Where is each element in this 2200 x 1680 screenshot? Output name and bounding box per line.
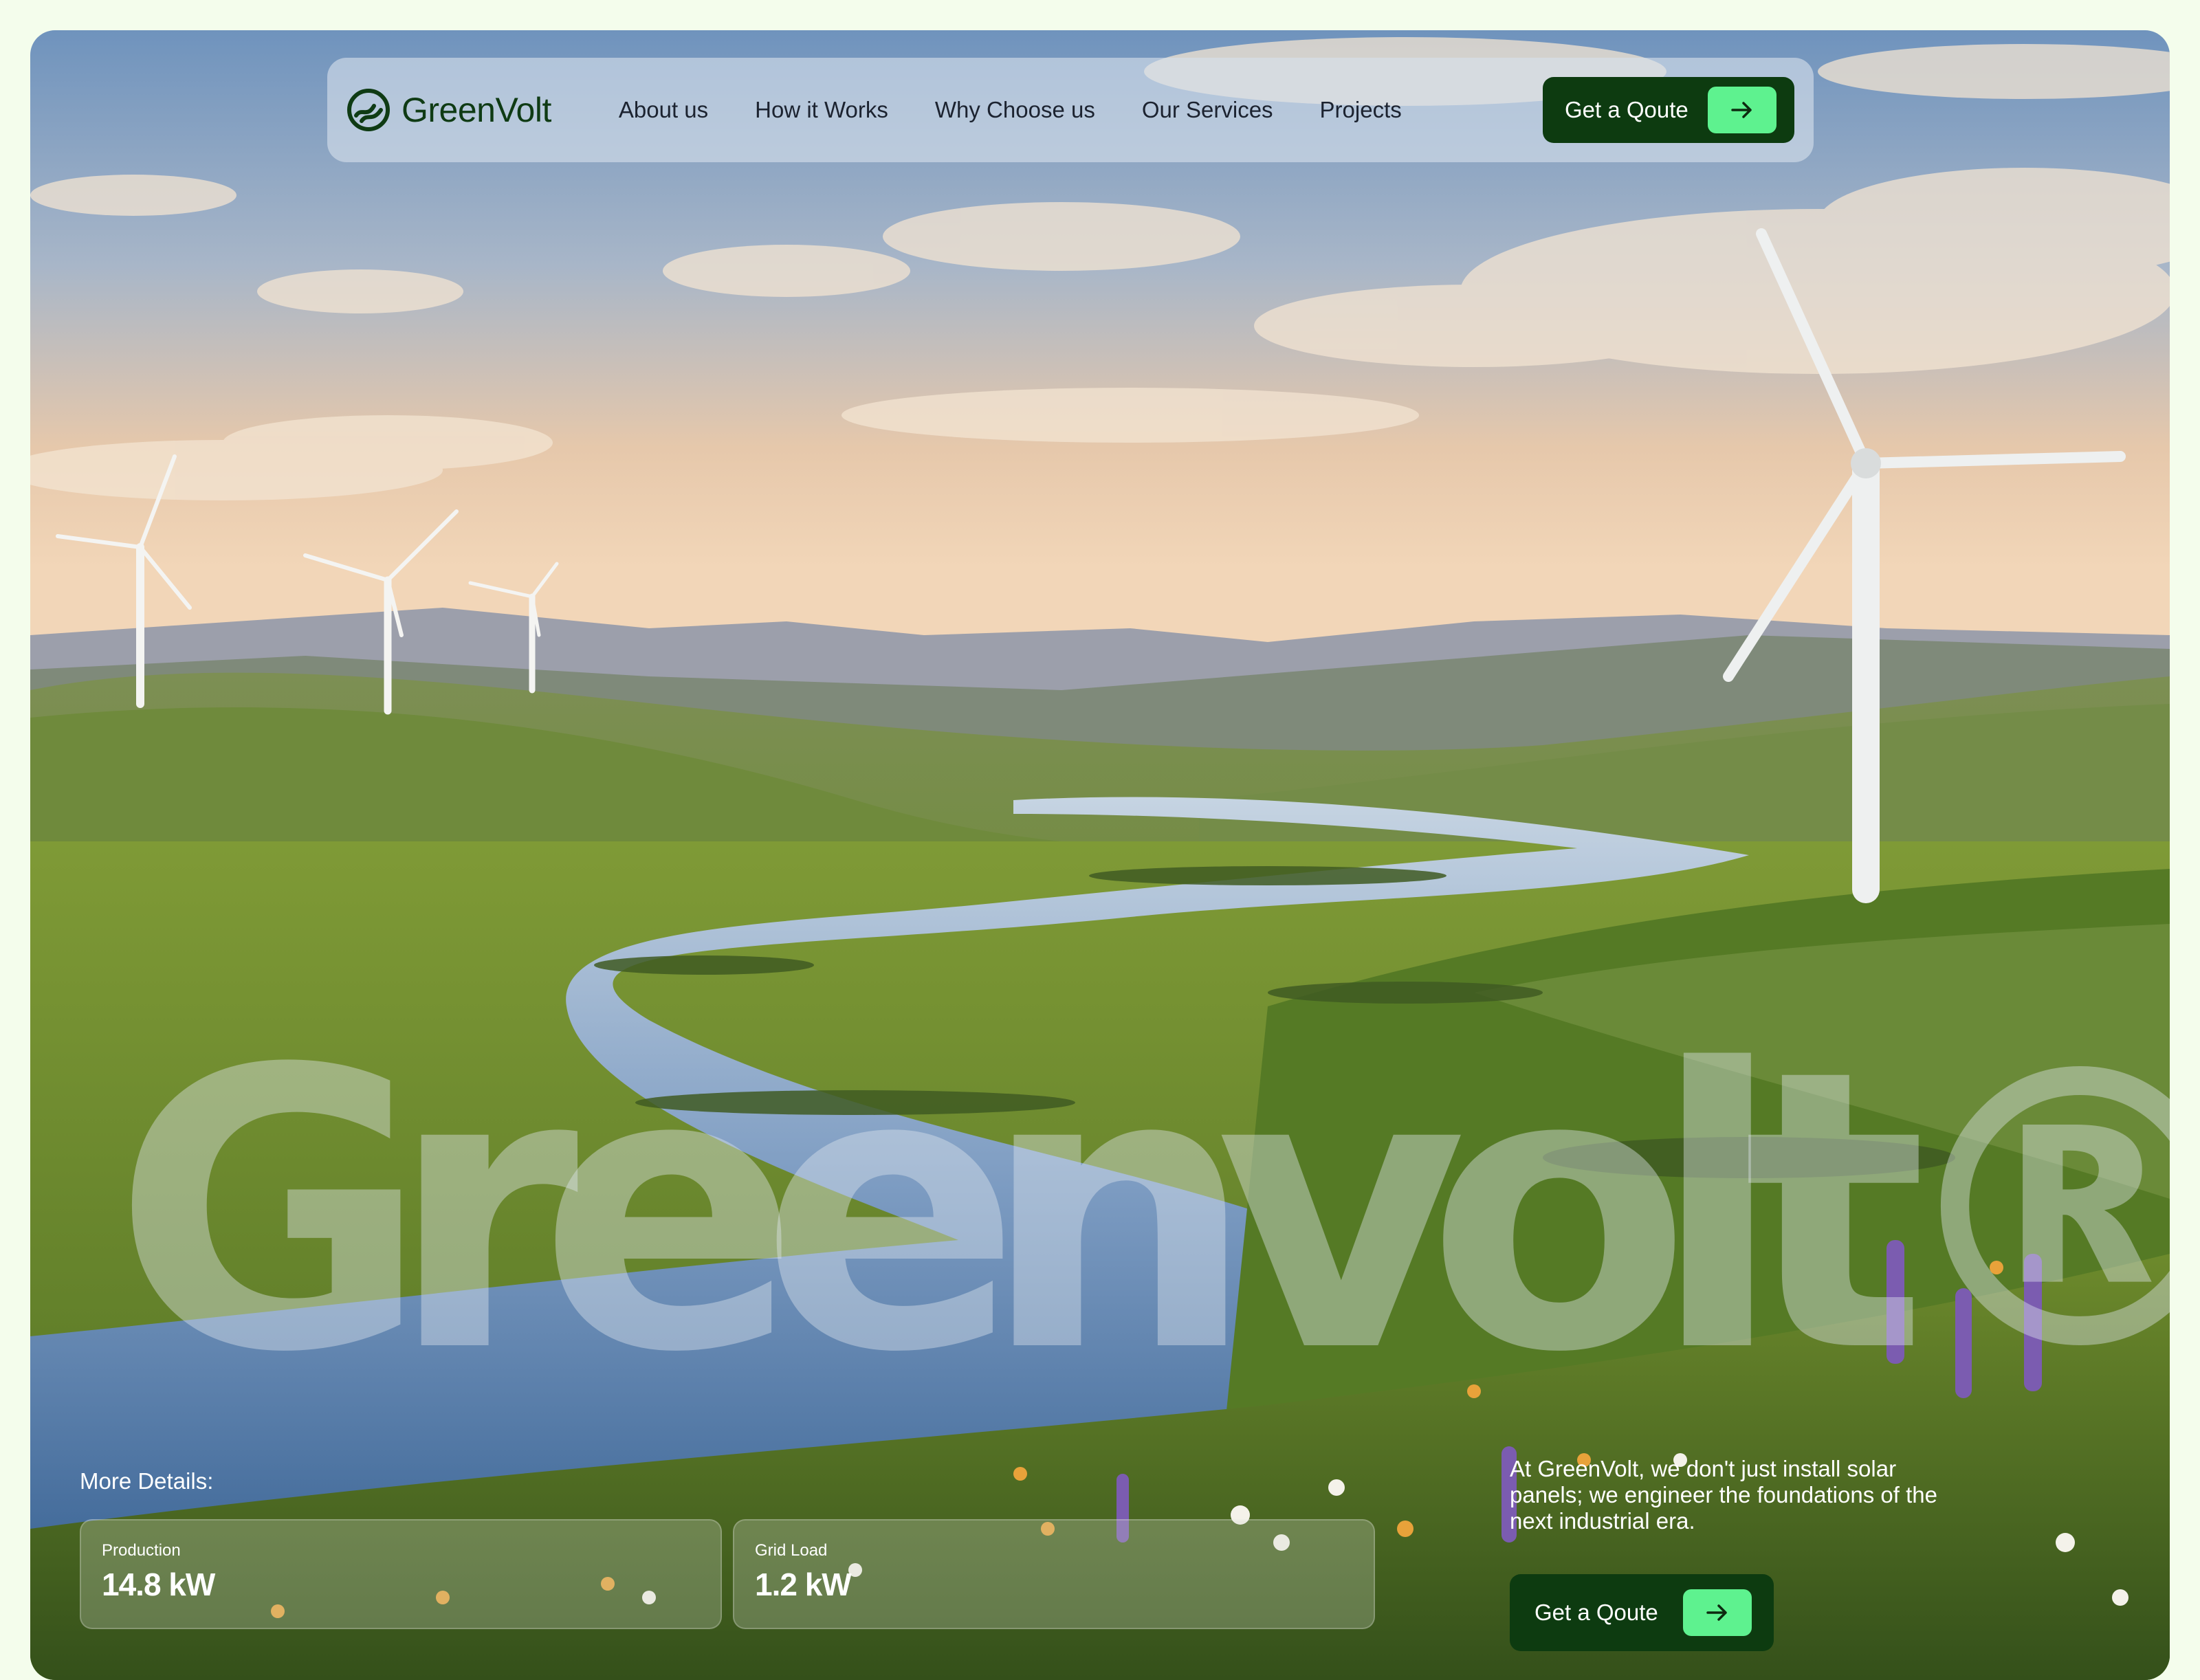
nav-cta-label: Get a Qoute (1565, 97, 1688, 122)
arrow-right-icon (1683, 1589, 1752, 1636)
stat-value: 1.2 kW (755, 1567, 852, 1602)
nav-link-projects[interactable]: Projects (1320, 97, 1402, 123)
stat-card-grid-load: Grid Load 1.2 kW (733, 1519, 1375, 1629)
stat-label: Production (102, 1541, 181, 1560)
stat-card-production: Production 14.8 kW (80, 1519, 722, 1629)
nav-get-quote-button[interactable]: Get a Qoute (1543, 77, 1794, 143)
hero-cta-label: Get a Qoute (1534, 1600, 1658, 1625)
stat-value: 14.8 kW (102, 1567, 215, 1602)
nav-link-about-us[interactable]: About us (619, 97, 708, 123)
hero-get-quote-button[interactable]: Get a Qoute (1510, 1574, 1774, 1651)
nav-link-why-choose-us[interactable]: Why Choose us (935, 97, 1095, 123)
arrow-right-icon (1708, 87, 1776, 133)
brand-logo[interactable]: GreenVolt (346, 88, 551, 132)
hero-tagline: At GreenVolt, we don't just install sola… (1510, 1456, 1937, 1534)
nav-links: About us How it Works Why Choose us Our … (619, 97, 1402, 123)
hero-wordmark: Greenvolt® (113, 988, 2170, 1437)
nav-link-how-it-works[interactable]: How it Works (755, 97, 888, 123)
hero-frame: Greenvolt® (30, 30, 2170, 1680)
brand-name: GreenVolt (402, 91, 551, 129)
wave-leaf-icon (346, 88, 390, 132)
nav-link-our-services[interactable]: Our Services (1142, 97, 1273, 123)
stat-label: Grid Load (755, 1541, 828, 1560)
more-details-label: More Details: (80, 1468, 214, 1494)
navbar: GreenVolt About us How it Works Why Choo… (327, 58, 1814, 162)
